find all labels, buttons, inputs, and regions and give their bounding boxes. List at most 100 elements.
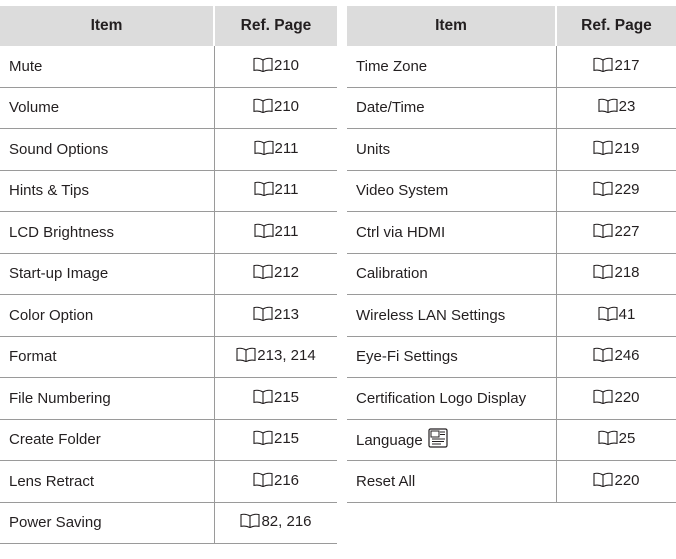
settings-table-right: Item Ref. Page Time Zone 217 Date/Time 23 Un… [347,6,676,503]
item-cell: Certification Logo Display [347,378,557,420]
ref-page-cell: 25 [557,420,676,461]
item-cell: Sound Options [0,129,215,171]
table-row: Units 219 [347,129,676,171]
table-row: Ctrl via HDMI 227 [347,212,676,254]
ref-page-number: 215 [273,388,300,406]
book-icon [593,57,614,76]
ref-page-cell: 213 [215,295,337,337]
item-cell: Power Saving [0,502,215,544]
item-label: Reset All [356,472,416,490]
ref-page-cell: 215 [215,378,337,420]
table-row: Wireless LAN Settings 41 [347,295,676,337]
ref-page-number: 213 [273,305,300,323]
item-cell: Color Option [0,295,215,337]
table-row: Certification Logo Display 220 [347,378,676,420]
table-row: Reset All 220 [347,461,676,503]
item-label: Hints & Tips [9,182,90,200]
ref-page-cell: 212 [215,254,337,295]
table-row: Hints & Tips 211 [0,170,337,212]
book-icon [598,430,618,449]
ref-page-cell: 220 [557,461,676,503]
book-icon [598,306,618,325]
column-header-ref-page: Ref. Page [215,6,337,46]
book-icon [593,181,614,200]
table-row: Volume 210 [0,87,337,129]
ref-page-cell: 218 [557,254,676,295]
book-icon [593,472,614,491]
item-label: Format [9,348,57,366]
table-row: Video System 229 [347,170,676,212]
column-header-ref-page: Ref. Page [557,6,676,46]
ref-page-cell: 216 [215,461,337,503]
item-label: Time Zone [356,57,428,75]
ref-page-number: 220 [614,471,640,489]
ref-page-cell: 220 [557,378,676,420]
ref-page-number: 211 [274,139,299,157]
item-label: Calibration [356,265,428,283]
ref-page-cell: 229 [557,171,676,212]
item-label: Sound Options [9,140,109,158]
item-cell: Lens Retract [0,461,215,503]
table-row: Time Zone 217 [347,46,676,88]
item-cell: Volume [0,87,215,129]
book-icon [253,181,274,200]
item-cell: Create Folder [0,419,215,461]
item-cell: Mute [0,46,215,88]
ref-page-number: 217 [614,56,640,74]
item-cell: Hints & Tips [0,170,215,212]
table-row: Mute 210 [0,46,337,88]
item-label: Eye-Fi Settings [356,348,458,366]
item-label: Start-up Image [9,265,109,283]
item-cell: Calibration [347,253,557,295]
book-icon [253,140,274,159]
item-label: Video System [356,182,449,200]
ref-page-number: 216 [273,471,300,489]
book-icon [240,513,261,532]
ref-page-number: 23 [618,98,636,116]
book-icon [253,389,273,408]
book-icon [593,223,614,242]
ref-page-number: 246 [614,347,640,365]
table-row: Eye-Fi Settings 246 [347,336,676,378]
column-header-item: Item [0,6,215,46]
ref-page-number: 227 [614,222,640,240]
item-label: Mute [9,57,43,75]
ref-page-cell: 41 [557,295,676,337]
ref-page-cell: 227 [557,212,676,254]
item-label: Certification Logo Display [356,389,527,407]
book-icon [598,98,618,117]
table-header-row: Item Ref. Page [347,6,676,46]
ref-page-number: 211 [274,181,299,199]
table-row: Format 213, 214 [0,336,337,378]
ref-page-cell: 213, 214 [215,337,337,378]
ref-page-number: 211 [274,222,299,240]
table-row: Create Folder 215 [0,419,337,461]
item-label: Wireless LAN Settings [356,306,506,324]
item-label: File Numbering [9,389,111,407]
book-icon [253,472,273,491]
ref-page-cell: 211 [215,212,337,254]
ref-page-number: 219 [614,139,640,157]
book-icon [253,264,273,283]
item-cell: Date/Time [347,87,557,129]
item-cell: Video System [347,170,557,212]
item-cell: Reset All [347,461,557,503]
item-cell: Start-up Image [0,253,215,295]
item-cell: Ctrl via HDMI [347,212,557,254]
ref-page-cell: 210 [215,46,337,88]
book-icon [593,389,614,408]
ref-page-number: 25 [618,430,636,448]
ref-page-number: 212 [273,264,300,282]
table-row: Color Option 213 [0,295,337,337]
column-header-item: Item [347,6,557,46]
item-cell: LCD Brightness [0,212,215,254]
book-icon [253,98,273,117]
ref-page-cell: 211 [215,129,337,171]
item-cell: File Numbering [0,378,215,420]
ref-page-number: 210 [273,56,300,74]
item-label: Ctrl via HDMI [356,223,446,241]
ref-page-number: 220 [614,388,640,406]
table-row: Start-up Image 212 [0,253,337,295]
settings-table-left: Item Ref. Page Mute 210 Volume 210 Sound Opt… [0,6,337,544]
ref-page-cell: 219 [557,129,676,171]
